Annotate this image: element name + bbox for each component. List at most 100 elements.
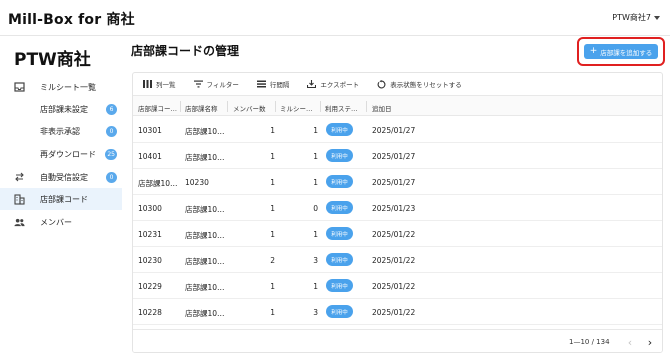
status-badge: 利用中 — [326, 201, 353, 214]
column-separator[interactable] — [275, 101, 276, 112]
cell-members: 1 — [270, 308, 275, 317]
main-content: 店部課コードの管理 + 店部課を追加する 列一覧 フィルター 行間隔 エクスポー… — [122, 36, 670, 357]
sidebar-item-hidden-approval[interactable]: 非表示承認 0 — [0, 120, 122, 142]
pagination-info: 1—10 / 134 — [569, 338, 610, 346]
cell-added-date: 2025/01/22 — [372, 308, 416, 317]
density-button[interactable]: 行間隔 — [256, 79, 290, 89]
table-row[interactable]: 10229 店部課10… 1 1 利用中 2025/01/22 — [133, 273, 662, 299]
cell-millsheets: 1 — [313, 230, 318, 239]
density-button-label: 行間隔 — [269, 81, 290, 89]
cell-name: 店部課10… — [185, 283, 225, 292]
plus-icon: + — [589, 46, 598, 56]
download-icon — [307, 80, 317, 88]
cell-members: 2 — [270, 256, 275, 265]
status-badge: 利用中 — [326, 305, 353, 318]
cell-name: 店部課10… — [185, 205, 225, 214]
reset-icon — [377, 79, 386, 88]
reset-view-button[interactable]: 表示状態をリセットする — [377, 79, 462, 89]
cell-millsheets: 3 — [313, 256, 318, 265]
filter-button[interactable]: フィルター — [193, 79, 239, 89]
company-title: PTW商社 — [14, 50, 91, 70]
columns-button[interactable]: 列一覧 — [143, 79, 176, 89]
cell-millsheets: 1 — [313, 152, 318, 161]
cell-code: 10229 — [138, 282, 162, 291]
cell-name: 店部課10… — [185, 153, 225, 162]
user-menu[interactable]: PTW商社7 — [612, 12, 660, 23]
status-badge: 利用中 — [326, 175, 353, 188]
highlight-box: + 店部課を追加する — [577, 37, 665, 66]
sidebar-item-label: 自動受信設定 — [40, 172, 88, 182]
table-header: 店部課コー… 店部課名称 メンバー数 ミルシー… 利用ステ… 追加日 — [133, 95, 662, 116]
cell-code: 10231 — [138, 230, 162, 239]
columns-icon — [143, 80, 152, 88]
cell-members: 1 — [270, 230, 275, 239]
sidebar-item-label: 店部課コード — [40, 194, 88, 204]
grid-toolbar: 列一覧 フィルター 行間隔 エクスポート 表示状態をリセットする — [133, 73, 662, 95]
table-row[interactable]: 10228 店部課10… 1 3 利用中 2025/01/22 — [133, 299, 662, 325]
status-badge: 利用中 — [326, 227, 353, 240]
data-grid: 列一覧 フィルター 行間隔 エクスポート 表示状態をリセットする 店部課コー… … — [132, 72, 663, 353]
table-row[interactable]: 10401 店部課10… 1 1 利用中 2025/01/27 — [133, 143, 662, 169]
table-row[interactable]: 10231 店部課10… 1 1 利用中 2025/01/22 — [133, 221, 662, 247]
page-title: 店部課コードの管理 — [131, 44, 240, 58]
cell-added-date: 2025/01/27 — [372, 152, 416, 161]
sidebar-item-unset-department[interactable]: 店部課未設定 6 — [0, 98, 122, 120]
count-badge: 6 — [106, 103, 117, 115]
cell-code: 10301 — [138, 126, 162, 135]
table-row[interactable]: 10230 店部課10… 2 3 利用中 2025/01/22 — [133, 247, 662, 273]
export-button[interactable]: エクスポート — [307, 79, 359, 89]
next-page-icon[interactable]: › — [643, 335, 657, 349]
cell-code: 10228 — [138, 308, 162, 317]
table-row[interactable]: 10300 店部課10… 1 0 利用中 2025/01/23 — [133, 195, 662, 221]
header-members[interactable]: メンバー数 — [233, 103, 266, 113]
cell-code: 10230 — [138, 256, 162, 265]
header-name[interactable]: 店部課名称 — [185, 103, 218, 113]
cell-added-date: 2025/01/22 — [372, 230, 416, 239]
sidebar: PTW商社 ミルシート一覧 店部課未設定 6 非表示承認 0 再ダウンロード 2… — [0, 36, 122, 357]
sidebar-item-department-code[interactable]: 店部課コード — [0, 188, 122, 210]
previous-page-icon[interactable]: ‹ — [623, 335, 637, 349]
column-separator[interactable] — [227, 101, 228, 112]
cell-code: 10300 — [138, 204, 162, 213]
sidebar-item-label: 再ダウンロード — [40, 149, 96, 159]
sidebar-item-label: 店部課未設定 — [40, 104, 88, 114]
status-badge: 利用中 — [326, 253, 353, 266]
cell-added-date: 2025/01/23 — [372, 204, 416, 213]
column-separator[interactable] — [180, 101, 181, 112]
cell-name: 店部課10… — [185, 309, 225, 318]
grid-footer: 1—10 / 134 ‹ › — [133, 329, 662, 352]
cell-added-date: 2025/01/22 — [372, 256, 416, 265]
cell-name: 店部課10… — [185, 127, 225, 136]
sidebar-item-millsheet-list[interactable]: ミルシート一覧 — [0, 76, 122, 98]
column-separator[interactable] — [320, 101, 321, 112]
header-code[interactable]: 店部課コー… — [138, 103, 177, 113]
column-separator[interactable] — [366, 101, 367, 112]
cell-code: 店部課10… — [138, 179, 178, 188]
inbox-icon — [14, 82, 25, 93]
cell-added-date: 2025/01/27 — [372, 178, 416, 187]
columns-button-label: 列一覧 — [156, 81, 176, 89]
cell-code: 10401 — [138, 152, 162, 161]
count-badge: 0 — [106, 125, 117, 137]
table-row[interactable]: 10301 店部課10… 1 1 利用中 2025/01/27 — [133, 117, 662, 143]
header-added-date[interactable]: 追加日 — [372, 103, 392, 113]
sidebar-item-label: メンバー — [40, 217, 72, 227]
cell-added-date: 2025/01/27 — [372, 126, 416, 135]
cell-millsheets: 0 — [313, 204, 318, 213]
cell-millsheets: 1 — [313, 126, 318, 135]
cell-members: 1 — [270, 204, 275, 213]
sidebar-item-auto-receive[interactable]: 自動受信設定 0 — [0, 166, 122, 188]
add-department-button[interactable]: + 店部課を追加する — [584, 44, 658, 59]
count-badge: 25 — [105, 148, 117, 160]
filter-button-label: フィルター — [206, 81, 239, 89]
table-row[interactable]: 店部課10… 10230 1 1 利用中 2025/01/27 — [133, 169, 662, 195]
sidebar-item-redownload[interactable]: 再ダウンロード 25 — [0, 143, 122, 165]
header-millsheets[interactable]: ミルシー… — [280, 103, 313, 113]
density-icon — [256, 80, 266, 88]
header-status[interactable]: 利用ステ… — [325, 103, 358, 113]
status-badge: 利用中 — [326, 123, 353, 136]
status-badge: 利用中 — [326, 149, 353, 162]
sidebar-item-members[interactable]: メンバー — [0, 211, 122, 233]
cell-added-date: 2025/01/22 — [372, 282, 416, 291]
cell-millsheets: 1 — [313, 178, 318, 187]
